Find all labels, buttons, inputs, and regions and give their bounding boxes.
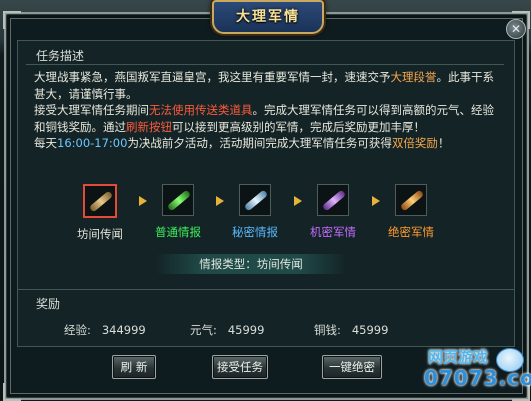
stage-classified-label: 机密军情: [310, 225, 356, 239]
stage-rumor[interactable]: 坊间传闻: [65, 184, 135, 242]
frame-corner-bottom-left: [3, 383, 21, 401]
stage-top-secret-label: 绝密军情: [388, 225, 434, 239]
stage-secret[interactable]: 秘密情报: [220, 184, 290, 240]
stage-classified[interactable]: 机密军情: [298, 184, 368, 240]
npc-name: 大理段誉: [390, 70, 437, 84]
reward-panel: [17, 289, 515, 347]
scroll-icon: [166, 189, 192, 212]
frame-corner-top-left: [3, 11, 21, 29]
dialog-title: 大理军情: [236, 9, 300, 25]
dialog-title-plate: 大理军情: [212, 0, 324, 34]
reward-section-title: 奖励: [36, 297, 61, 311]
stage-normal-slot: [162, 184, 194, 216]
watermark-top-text: 网页游戏: [428, 348, 489, 366]
task-paragraph-1: 大理战事紧急，燕国叛军直逼皇宫，我这里有重要军情一封，速速交予大理段誉。此事干系…: [34, 70, 494, 101]
task-divider: [26, 64, 504, 65]
reward-qi: 元气: 45999: [190, 322, 264, 338]
task-paragraph-3: 每天16:00-17:00为决战前夕活动，活动期间完成大理军情任务可获得双倍奖励…: [34, 136, 450, 151]
stage-classified-slot: [317, 184, 349, 216]
stage-normal[interactable]: 普通情报: [143, 184, 213, 240]
reward-exp-label: 经验:: [64, 323, 91, 337]
one-click-top-secret-button[interactable]: 一键绝密: [322, 355, 382, 379]
scroll-icon: [243, 189, 269, 212]
stage-secret-label: 秘密情报: [232, 225, 278, 239]
stage-rumor-label: 坊间传闻: [77, 227, 123, 241]
intel-type-bar: 情报类型：坊间传闻: [156, 254, 346, 274]
task-section-title: 任务描述: [36, 49, 85, 63]
stage-top-secret-slot: [395, 184, 427, 216]
scroll-icon: [321, 189, 347, 212]
reward-exp-value: 344999: [101, 323, 146, 337]
refresh-hint: 刷新按钮: [126, 119, 172, 134]
intel-type-value: 坊间传闻: [256, 257, 303, 271]
reward-qi-label: 元气:: [190, 323, 217, 337]
warning-no-teleport: 无法使用传送类道具: [149, 103, 253, 118]
task-description: 大理战事紧急，燕国叛军直逼皇宫，我这里有重要军情一封，速速交予大理段誉。此事干系…: [34, 69, 504, 152]
reward-qi-value: 45999: [227, 323, 265, 337]
accept-task-button[interactable]: 接受任务: [212, 355, 268, 379]
reward-exp: 经验: 344999: [64, 322, 146, 338]
site-watermark: 网页游戏 07073.com: [422, 346, 531, 396]
stage-secret-slot: [239, 184, 271, 216]
close-icon: ✕: [510, 22, 522, 36]
stage-top-secret[interactable]: 绝密军情: [376, 184, 446, 240]
stage-rumor-slot: [83, 184, 117, 218]
stage-normal-label: 普通情报: [155, 225, 201, 239]
refresh-button[interactable]: 刷 新: [112, 355, 156, 379]
task-paragraph-2: 接受大理军情任务期间无法使用传送类道具。完成大理军情任务可以得到高额的元气、经验…: [34, 103, 494, 134]
event-time: 16:00-17:00: [57, 136, 128, 151]
scroll-icon: [399, 189, 425, 212]
reward-copper-label: 铜钱:: [314, 323, 341, 337]
intel-type-label: 情报类型：: [199, 257, 257, 271]
reward-copper: 铜钱: 45999: [314, 322, 388, 338]
double-reward: 双倍奖励: [391, 136, 438, 151]
close-button[interactable]: ✕: [506, 19, 526, 39]
watermark-bottom-text: 07073.com: [424, 366, 531, 390]
scroll-icon: [88, 190, 114, 213]
reward-copper-value: 45999: [351, 323, 389, 337]
